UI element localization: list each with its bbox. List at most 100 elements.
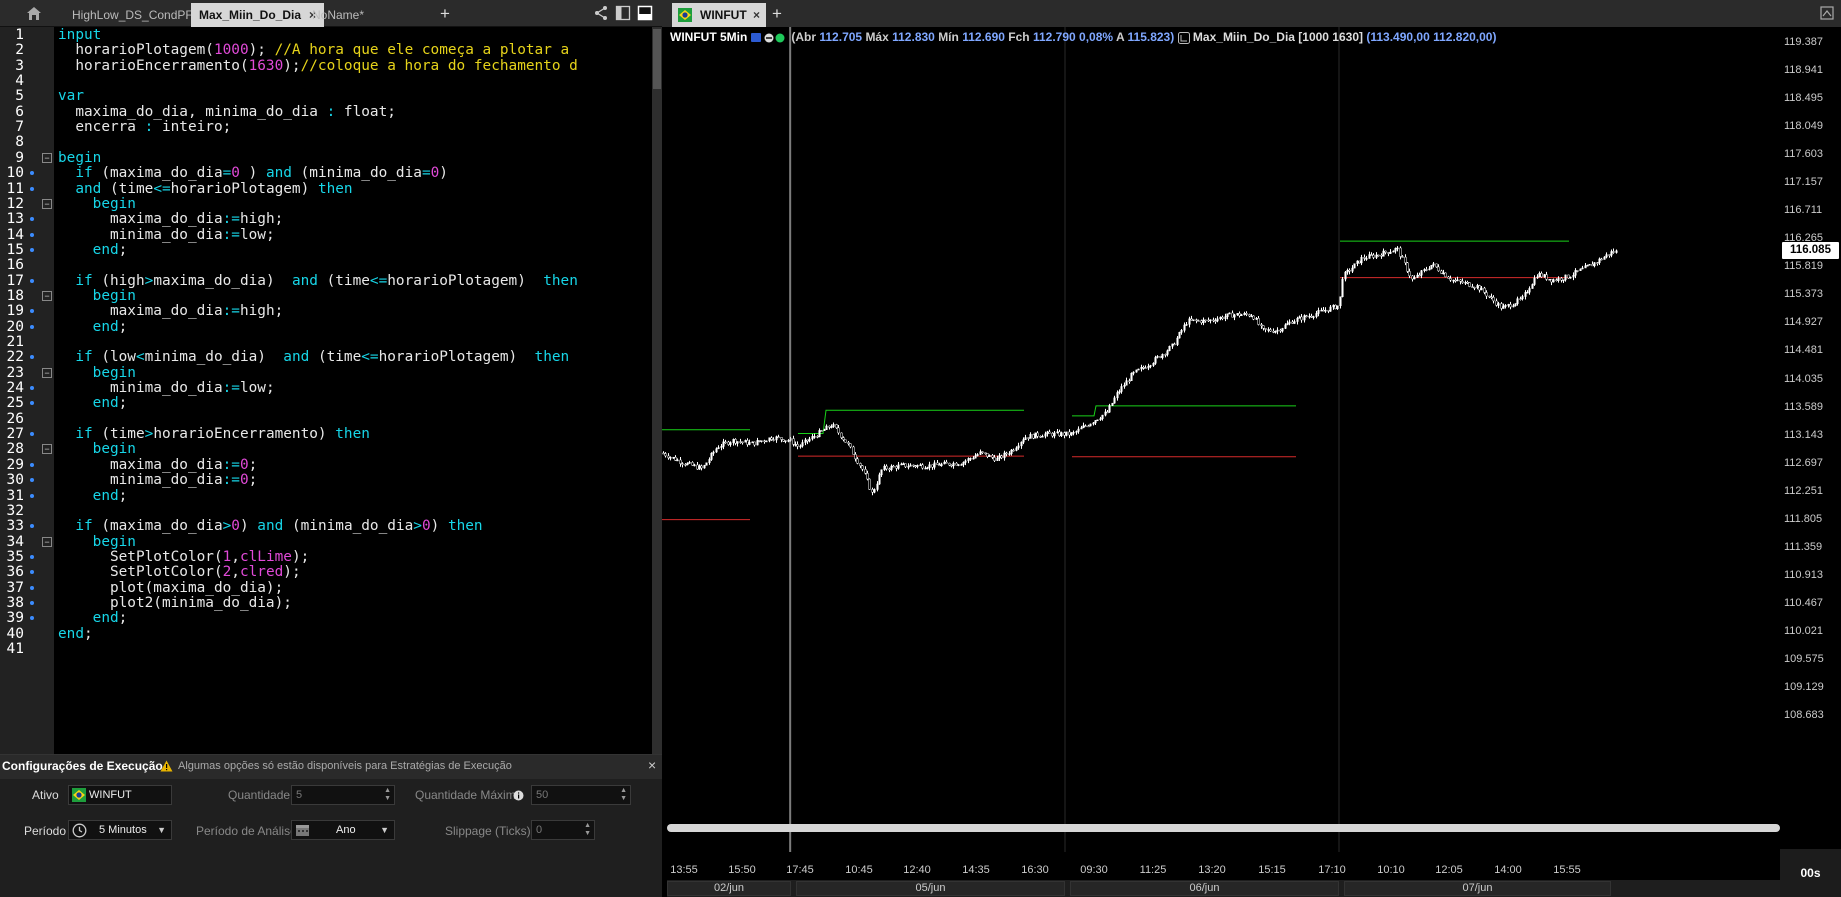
candle-body bbox=[1420, 270, 1423, 276]
candle-body bbox=[1128, 380, 1131, 382]
fold-toggle-icon[interactable]: − bbox=[42, 198, 52, 209]
candle-body bbox=[1408, 271, 1411, 277]
candle-body bbox=[998, 455, 1001, 459]
candle-body bbox=[1557, 277, 1560, 281]
candle-body bbox=[1260, 324, 1263, 326]
indicator-name[interactable]: Max_Miin_Do_Dia [1000 1630] bbox=[1193, 30, 1363, 44]
code-token: 0 bbox=[239, 472, 249, 489]
candle-body bbox=[799, 445, 802, 448]
fold-toggle-icon[interactable]: − bbox=[42, 152, 52, 163]
candle-body bbox=[1178, 332, 1181, 339]
code-text-area[interactable]: input horarioPlotagem(1000); //A hora qu… bbox=[58, 27, 648, 754]
day-high-line bbox=[798, 409, 1024, 435]
code-token: low; bbox=[239, 226, 275, 243]
quantidade-stepper-icon[interactable]: ▲ ▼ bbox=[384, 787, 391, 803]
code-line[interactable]: end; bbox=[58, 625, 93, 643]
candle-body bbox=[662, 452, 665, 455]
candle-body bbox=[1536, 276, 1539, 279]
chart-horizontal-scrollbar[interactable] bbox=[667, 824, 1780, 832]
periodo-analise-select[interactable]: Ano ▼ bbox=[291, 820, 395, 840]
code-token: then bbox=[534, 349, 570, 366]
candle-body bbox=[818, 430, 821, 438]
quantidade-maxima-field[interactable]: 50 ▲ ▼ bbox=[531, 785, 631, 805]
chart-tab-close-icon[interactable]: × bbox=[753, 3, 760, 27]
code-token: then bbox=[335, 426, 370, 443]
candle-body bbox=[1104, 411, 1107, 416]
candle-body bbox=[1171, 343, 1174, 347]
code-line[interactable]: end; bbox=[58, 394, 128, 412]
code-line[interactable]: horarioEncerramento(1630);//coloque a ho… bbox=[58, 57, 578, 75]
periodo-select[interactable]: 5 Minutos ▼ bbox=[68, 820, 172, 840]
fold-toggle-icon[interactable]: − bbox=[42, 536, 52, 547]
candle-body bbox=[1024, 437, 1027, 440]
candle-body bbox=[1394, 248, 1397, 252]
code-token: ) bbox=[430, 518, 448, 535]
candle-body bbox=[868, 478, 871, 490]
info-icon[interactable] bbox=[513, 790, 524, 801]
candle-body bbox=[849, 443, 852, 448]
price-tick-label: 117.603 bbox=[1784, 148, 1823, 161]
editor-scroll-thumb[interactable] bbox=[653, 29, 661, 89]
candle-body bbox=[883, 465, 886, 471]
home-icon[interactable] bbox=[26, 6, 42, 21]
code-editor[interactable]: 1 2 3 4 5 6 7 8 9−10 11 12−13 14 15 16 17 18−19 20 21 22 23… bbox=[0, 27, 662, 754]
ativo-field[interactable]: WINFUT bbox=[68, 785, 172, 805]
candle-body bbox=[936, 462, 939, 465]
code-token: = bbox=[421, 165, 431, 182]
candle-body bbox=[1528, 288, 1531, 293]
fold-toggle-icon[interactable]: − bbox=[42, 290, 52, 301]
candle-body bbox=[1516, 298, 1519, 304]
split-vertical-icon[interactable] bbox=[615, 5, 631, 21]
line-marker-icon bbox=[30, 616, 34, 621]
brazil-flag-icon bbox=[678, 8, 692, 22]
candle-body bbox=[808, 438, 811, 442]
code-line[interactable]: end; bbox=[58, 241, 128, 259]
slippage-field[interactable]: 0 ▲ ▼ bbox=[531, 820, 595, 840]
line-marker-icon bbox=[30, 324, 34, 329]
config-close-icon[interactable]: × bbox=[648, 757, 656, 773]
code-line[interactable]: encerra : inteiro; bbox=[58, 118, 231, 136]
line-marker-icon bbox=[30, 493, 34, 498]
code-token: end bbox=[92, 318, 119, 335]
indicator-settings-icon[interactable] bbox=[1177, 31, 1190, 44]
candle-body bbox=[676, 459, 679, 462]
status-icon[interactable] bbox=[764, 33, 788, 43]
fold-toggle-icon[interactable]: − bbox=[42, 444, 52, 455]
candle-body bbox=[1377, 254, 1380, 257]
maximize-icon[interactable] bbox=[1820, 6, 1834, 20]
code-token: <= bbox=[153, 180, 171, 197]
candle-body bbox=[972, 457, 975, 460]
fold-toggle-icon[interactable]: − bbox=[42, 367, 52, 378]
price-chart[interactable] bbox=[662, 27, 1841, 897]
code-line[interactable]: end; bbox=[58, 318, 128, 336]
candles bbox=[662, 246, 1618, 496]
candle-body bbox=[1257, 318, 1260, 325]
quantidade-field[interactable]: 5 ▲ ▼ bbox=[291, 785, 395, 805]
split-horizontal-icon[interactable] bbox=[637, 5, 653, 21]
editor-scrollbar[interactable] bbox=[652, 27, 662, 754]
code-token: := bbox=[222, 472, 240, 489]
price-tick-label: 113.589 bbox=[1784, 400, 1823, 413]
candle-body bbox=[664, 453, 667, 457]
code-token: end bbox=[58, 625, 84, 642]
add-chart-tab-icon[interactable]: + bbox=[768, 4, 786, 24]
candle-body bbox=[1396, 247, 1399, 250]
candle-body bbox=[1399, 247, 1402, 257]
add-tab-icon[interactable]: + bbox=[436, 4, 454, 24]
share-icon[interactable] bbox=[593, 5, 609, 21]
code-line[interactable]: end; bbox=[58, 487, 128, 505]
candle-body bbox=[1236, 313, 1239, 316]
tab-noname[interactable]: NoName* bbox=[304, 3, 372, 27]
candle-body bbox=[753, 441, 756, 446]
candle-body bbox=[1600, 258, 1603, 261]
candle-body bbox=[1428, 268, 1431, 271]
candle-body bbox=[1228, 312, 1231, 315]
candle-body bbox=[1603, 256, 1606, 260]
candle-body bbox=[744, 440, 747, 443]
candle-body bbox=[1204, 319, 1207, 322]
candle-body bbox=[1245, 313, 1248, 315]
candle-body bbox=[1077, 428, 1080, 432]
quantidade-maxima-stepper-icon[interactable]: ▲ ▼ bbox=[620, 787, 627, 803]
slippage-stepper-icon[interactable]: ▲ ▼ bbox=[584, 822, 591, 838]
tab-winfut[interactable]: WINFUT × bbox=[672, 3, 766, 27]
